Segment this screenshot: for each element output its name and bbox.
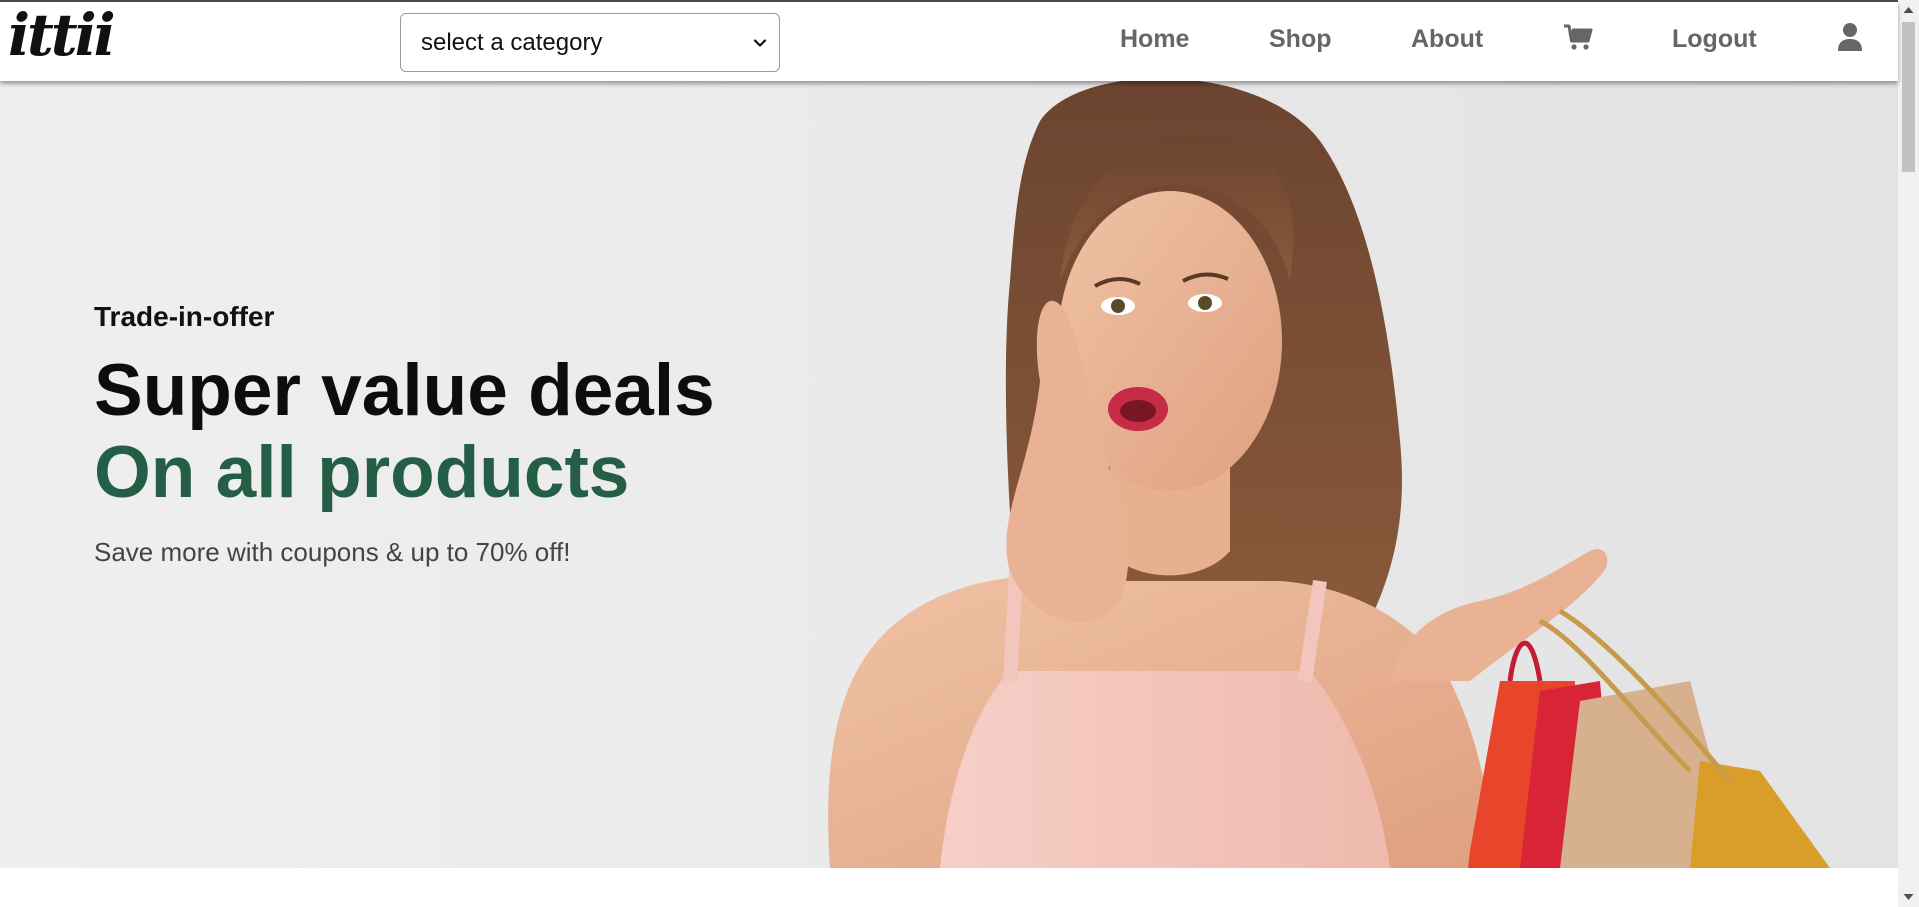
nav-shop-link[interactable]: Shop [1269,24,1332,54]
scrollbar-thumb[interactable] [1902,22,1915,172]
hero-subtitle: Save more with coupons & up to 70% off! [94,537,571,567]
user-icon[interactable] [1837,22,1863,52]
hero-tag: Trade-in-offer [94,301,275,332]
vertical-scrollbar[interactable] [1898,0,1919,907]
scroll-down-arrow-icon[interactable] [1903,893,1914,901]
hero-title: Super value deals [94,350,715,431]
chevron-down-icon [753,38,767,47]
cart-icon[interactable] [1563,22,1593,52]
hero-title-accent: On all products [94,432,630,513]
site-header: ittii select a category Home Shop About … [0,2,1898,81]
nav-about-link[interactable]: About [1411,24,1483,54]
page: ittii select a category Home Shop About … [0,0,1919,907]
category-select[interactable]: select a category [400,13,780,72]
content-below-hero [0,868,1898,907]
category-select-value: select a category [421,28,603,56]
hero-banner: Trade-in-offer Super value deals On all … [0,81,1898,868]
logo[interactable]: ittii [8,4,116,66]
scroll-up-arrow-icon[interactable] [1903,6,1914,14]
nav-logout-link[interactable]: Logout [1672,24,1757,54]
nav-home-link[interactable]: Home [1120,24,1189,54]
